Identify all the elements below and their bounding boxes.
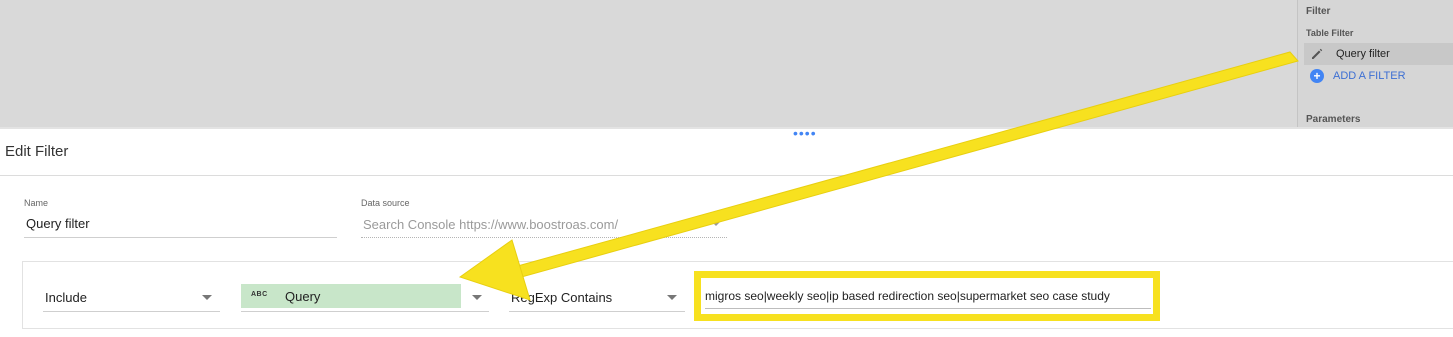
chevron-down-icon[interactable] (667, 295, 677, 300)
chevron-down-icon[interactable] (202, 295, 212, 300)
highlighted-value-box (694, 271, 1160, 321)
report-canvas-area (0, 0, 1453, 127)
table-filter-heading: Table Filter (1306, 28, 1354, 38)
plus-circle-icon: + (1310, 69, 1324, 83)
data-source-underline (361, 237, 727, 238)
operator-select-underline (509, 311, 685, 312)
name-field-label: Name (24, 198, 49, 208)
dimension-select-underline (241, 311, 489, 312)
editor-separator (0, 175, 1453, 176)
value-input-underline (705, 308, 1151, 309)
resize-handle[interactable]: •••• (793, 126, 817, 140)
dimension-chip[interactable]: ABC Query (241, 284, 461, 308)
data-source-label: Data source (361, 198, 410, 208)
pencil-icon[interactable] (1310, 47, 1324, 61)
regex-value-input[interactable] (705, 286, 1149, 306)
abc-icon: ABC (251, 291, 268, 298)
operator-select[interactable]: RegExp Contains (511, 290, 612, 305)
name-field[interactable]: Query filter (26, 216, 90, 231)
dimension-name: Query (285, 289, 321, 304)
panel-divider (0, 127, 1453, 129)
data-source-select[interactable]: Search Console https://www.boostroas.com… (363, 217, 618, 232)
editor-title: Edit Filter (5, 143, 69, 160)
include-select[interactable]: Include (45, 290, 87, 305)
name-field-underline (24, 237, 337, 238)
filter-item-label: Query filter (1336, 48, 1390, 60)
properties-panel: Filter Table Filter Query filter + ADD A… (1297, 0, 1453, 127)
parameters-heading: Parameters (1306, 114, 1361, 125)
filter-item-query[interactable]: Query filter (1304, 43, 1453, 65)
chevron-down-icon[interactable] (711, 221, 721, 226)
chevron-down-icon[interactable] (472, 295, 482, 300)
add-filter-label: ADD A FILTER (1333, 70, 1406, 82)
include-select-underline (43, 311, 220, 312)
filter-heading: Filter (1306, 6, 1331, 17)
